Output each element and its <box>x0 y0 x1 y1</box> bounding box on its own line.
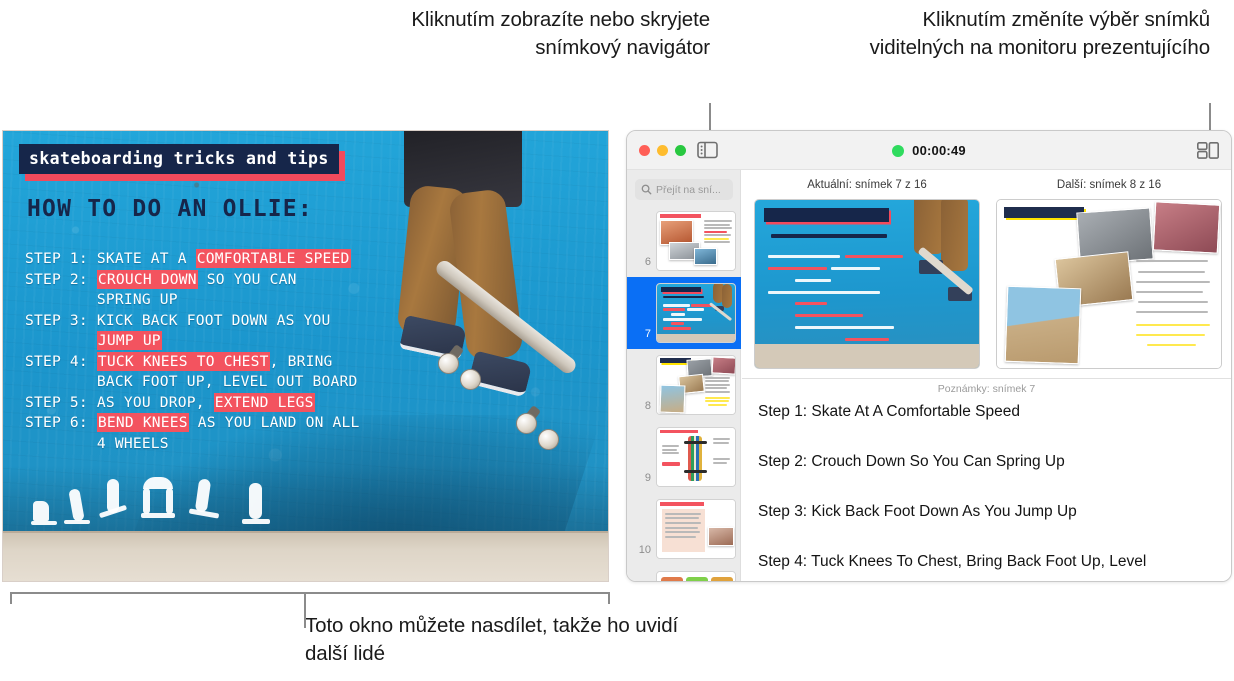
navigator-slide-thumbnail[interactable] <box>656 283 736 343</box>
navigator-slide-thumbnail[interactable] <box>656 355 736 415</box>
search-icon <box>641 184 652 195</box>
navigator-slide-thumbnail[interactable] <box>656 499 736 559</box>
slide-step-line: STEP 4: TUCK KNEES TO CHEST, BRING <box>25 351 333 371</box>
navigator-slide-8[interactable]: 8 <box>627 349 741 421</box>
bracket-left-tick <box>10 592 12 604</box>
navigator-slide-10[interactable]: 10 <box>627 493 741 565</box>
slide-steps-list: STEP 1: SKATE AT A COMFORTABLE SPEED STEP… <box>25 249 445 454</box>
navigator-slide-number: 8 <box>644 400 651 412</box>
layout-options-icon[interactable] <box>1197 142 1219 159</box>
slide-step-line: JUMP UP <box>96 331 162 350</box>
bracket-stem <box>304 592 306 628</box>
callout-share-window: Toto okno můžete nasdílet, takže ho uvid… <box>305 614 679 665</box>
go-to-slide-search-field[interactable]: Přejít na sní... <box>635 179 733 200</box>
zoom-window-button[interactable] <box>675 145 686 156</box>
skater-silhouettes <box>31 475 281 529</box>
notes-divider <box>742 378 1231 379</box>
sidebar-toggle-icon[interactable] <box>697 141 718 159</box>
presenter-notes-list[interactable]: Step 1: Skate At A Comfortable Speed Step… <box>758 403 1221 581</box>
presenter-note-line: Step 1: Skate At A Comfortable Speed <box>758 403 1020 420</box>
navigator-slide-thumbnail[interactable] <box>656 427 736 487</box>
navigator-slide-number: 6 <box>644 256 651 268</box>
navigator-slide-11[interactable]: 11 <box>627 565 741 581</box>
navigator-slide-9[interactable]: 9 <box>627 421 741 493</box>
bracket-horizontal <box>10 592 610 594</box>
current-slide-preview[interactable] <box>754 199 980 369</box>
bracket-right-tick <box>608 592 610 604</box>
slide-step-line: BACK FOOT UP, LEVEL OUT BOARD <box>96 373 358 390</box>
slide-heading: HOW TO DO AN OLLIE: <box>27 196 313 222</box>
presenter-note-line: Step 3: Kick Back Foot Down As You Jump … <box>758 503 1077 520</box>
presenter-display-window[interactable]: 00:00:49 Přejít na sní... 6 7 8 9 10 Akt… <box>626 130 1232 582</box>
slide-step-line: STEP 5: AS YOU DROP, EXTEND LEGS <box>25 392 315 412</box>
current-slide-render <box>755 200 979 368</box>
timer-value: 00:00:49 <box>912 143 966 158</box>
navigator-slide-6[interactable]: 6 <box>627 205 741 277</box>
navigator-slide-number: 9 <box>644 472 651 484</box>
presenter-note-line: Step 2: Crouch Down So You Can Spring Up <box>758 453 1065 470</box>
navigator-slide-number: 10 <box>638 544 651 556</box>
presenter-note-line: Step 4: Tuck Knees To Chest, Bring Back … <box>758 553 1147 570</box>
next-slide-label: Další: snímek 8 z 16 <box>1056 179 1162 191</box>
search-placeholder-text: Přejít na sní... <box>656 183 721 196</box>
slide-step-line: STEP 6: BEND KNEES AS YOU LAND ON ALL <box>25 413 360 432</box>
navigator-slide-7[interactable]: 7 <box>627 277 741 349</box>
shared-slide-window[interactable]: skateboarding tricks and tips HOW TO DO … <box>2 130 609 582</box>
navigator-slide-thumbnail[interactable] <box>656 211 736 271</box>
slide-step-line: SPRING UP <box>96 291 178 308</box>
callout-sidebar-toggle: Kliknutím zobrazíte nebo skryjete snímko… <box>411 8 710 59</box>
current-slide-label: Aktuální: snímek 7 z 16 <box>807 179 927 191</box>
slide-step-line: STEP 2: CROUCH DOWN SO YOU CAN <box>25 269 297 289</box>
navigator-slide-thumbnail[interactable] <box>656 571 736 581</box>
slide-step-line: STEP 3: KICK BACK FOOT DOWN AS YOU <box>25 311 331 329</box>
notes-header-label: Poznámky: snímek 7 <box>937 383 1036 395</box>
slide-step-line: 4 WHEELS <box>96 434 169 452</box>
window-titlebar: 00:00:49 <box>627 131 1231 170</box>
callout-layout-toggle: Kliknutím změníte výběr snímků viditelný… <box>869 8 1210 59</box>
slide-step-line: STEP 1: SKATE AT A COMFORTABLE SPEED <box>25 249 351 268</box>
navigator-slide-number: 7 <box>644 328 651 340</box>
slide-title-badge: skateboarding tricks and tips <box>19 144 339 174</box>
presenter-main-panel: Aktuální: snímek 7 z 16 Další: snímek 8 … <box>742 171 1231 581</box>
close-window-button[interactable] <box>639 145 650 156</box>
next-slide-preview[interactable] <box>996 199 1222 369</box>
minimize-window-button[interactable] <box>657 145 668 156</box>
timer-status-dot <box>892 144 905 157</box>
screenshot-root: Kliknutím zobrazíte nebo skryjete snímko… <box>0 0 1234 681</box>
slide-navigator-list[interactable]: 6 7 8 9 10 <box>627 205 741 581</box>
next-slide-render <box>997 200 1221 368</box>
